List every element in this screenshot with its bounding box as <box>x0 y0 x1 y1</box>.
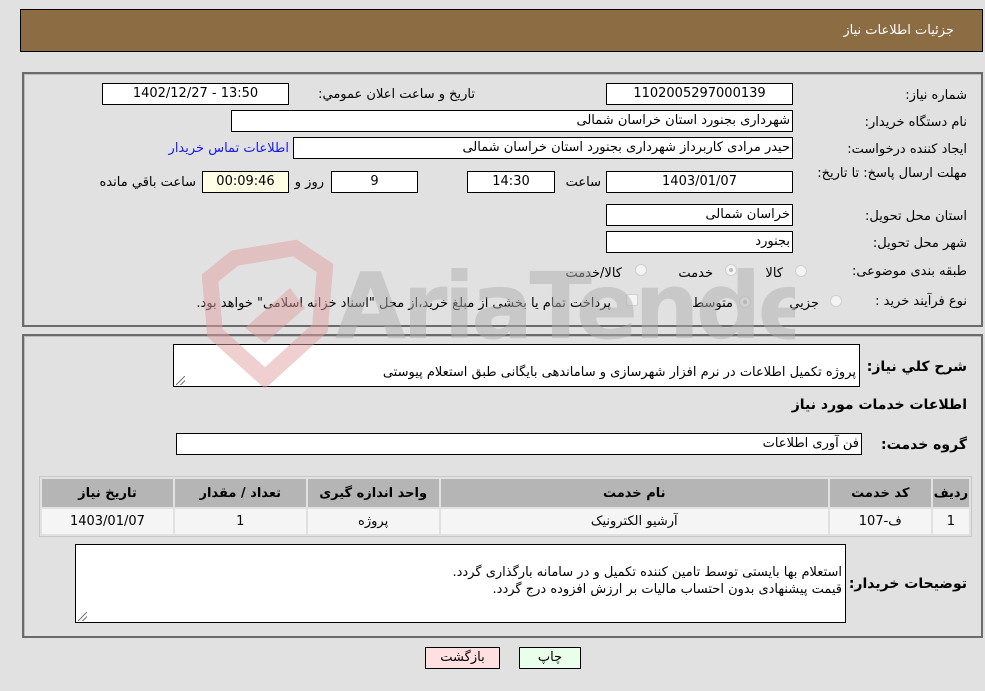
table-row: 1 ف-107 آرشیو الکترونیک پروژه 1 1403/01/… <box>42 509 969 534</box>
col-service-name: نام خدمت <box>440 479 828 507</box>
category-service-label: خدمت <box>678 266 713 281</box>
category-goods-label: کالا <box>765 266 783 281</box>
back-button[interactable]: بازگشت <box>425 647 500 669</box>
resize-grip-icon[interactable] <box>176 376 185 385</box>
print-button[interactable]: چاپ <box>519 647 581 669</box>
deadline-time-label: ساعت <box>565 175 601 190</box>
resize-grip-icon[interactable] <box>78 612 87 621</box>
province-label: استان محل تحویل: <box>865 209 967 224</box>
process-minor-radio[interactable] <box>830 295 842 307</box>
city-label: شهر محل تحویل: <box>872 236 967 251</box>
buyer-notes-text: استعلام بها بایستی توسط تامین کننده تکمی… <box>452 565 842 597</box>
cell-quantity: 1 <box>174 509 306 534</box>
treasury-note: پرداخت تمام یا بخشی از مبلغ خرید،از محل … <box>196 296 611 311</box>
days-label: روز و <box>294 175 324 190</box>
announce-label: تاریخ و ساعت اعلان عمومي: <box>318 87 475 102</box>
buyer-notes-label: توضیحات خریدار: <box>848 576 967 592</box>
category-label: طبقه بندی موضوعی: <box>851 264 967 279</box>
category-goods-radio[interactable] <box>795 265 807 277</box>
services-table: ردیف کد خدمت نام خدمت واحد اندازه گیری ت… <box>39 476 972 537</box>
process-medium-radio[interactable] <box>739 296 751 308</box>
buyer-org-label: نام دستگاه خریدار: <box>864 115 967 130</box>
page-header: جزئیات اطلاعات نیاز <box>20 9 983 52</box>
deadline-time-field[interactable]: 14:30 <box>467 171 555 193</box>
services-heading: اطلاعات خدمات مورد نیاز <box>791 397 967 413</box>
deadline-date-field[interactable]: 1403/01/07 <box>606 171 793 193</box>
cell-unit: پروژه <box>307 509 439 534</box>
time-remaining-field: 00:09:46 <box>202 171 289 193</box>
page-title: جزئیات اطلاعات نیاز <box>843 23 954 38</box>
category-goods-service-label: کالا/خدمت <box>565 266 622 281</box>
col-row-number: ردیف <box>932 479 969 507</box>
cell-service-code: ف-107 <box>829 509 931 534</box>
announce-datetime-field[interactable]: 1402/12/27 - 13:50 <box>102 83 289 105</box>
category-goods-service-radio[interactable] <box>635 264 647 276</box>
process-type-label: نوع فرآیند خرید : <box>875 294 967 309</box>
time-remaining-label: ساعت باقي مانده <box>99 175 196 190</box>
creator-label: ایجاد کننده درخواست: <box>847 142 967 157</box>
col-unit: واحد اندازه گیری <box>307 479 439 507</box>
deadline-label: مهلت ارسال پاسخ: تا تاریخ: <box>817 166 967 181</box>
category-service-radio[interactable] <box>725 264 737 276</box>
col-quantity: تعداد / مقدار <box>174 479 306 507</box>
need-number-field[interactable]: 1102005297000139 <box>606 83 793 105</box>
description-label: شرح کلي نیاز: <box>866 359 967 375</box>
cell-row-number: 1 <box>932 509 969 534</box>
process-medium-label: متوسط <box>692 296 733 311</box>
buyer-notes-textarea[interactable]: استعلام بها بایستی توسط تامین کننده تکمی… <box>75 544 846 623</box>
cell-service-name: آرشیو الکترونیک <box>440 509 828 534</box>
days-remaining-field[interactable]: 9 <box>331 171 418 193</box>
cell-need-date: 1403/01/07 <box>42 509 173 534</box>
description-text: پروژه تکمیل اطلاعات در نرم افزار شهرسازی… <box>382 365 856 380</box>
treasury-checkbox[interactable] <box>626 294 638 306</box>
province-field[interactable]: خراسان شمالی <box>606 204 793 226</box>
col-service-code: کد خدمت <box>829 479 931 507</box>
service-group-label: گروه خدمت: <box>881 437 967 453</box>
service-group-field[interactable]: فن آوری اطلاعات <box>176 433 862 455</box>
buyer-org-field[interactable]: شهرداری بجنورد استان خراسان شمالی <box>231 110 793 132</box>
process-minor-label: جزيي <box>789 296 819 311</box>
table-header-row: ردیف کد خدمت نام خدمت واحد اندازه گیری ت… <box>42 479 969 507</box>
col-need-date: تاریخ نیاز <box>42 479 173 507</box>
creator-field[interactable]: حیدر مرادی کاربرداز شهرداری بجنورد استان… <box>293 137 793 159</box>
city-field[interactable]: بجنورد <box>606 231 793 253</box>
description-textarea[interactable]: پروژه تکمیل اطلاعات در نرم افزار شهرسازی… <box>173 344 860 387</box>
need-number-label: شماره نیاز: <box>905 88 967 103</box>
buyer-contact-link[interactable]: اطلاعات تماس خریدار <box>169 141 289 156</box>
